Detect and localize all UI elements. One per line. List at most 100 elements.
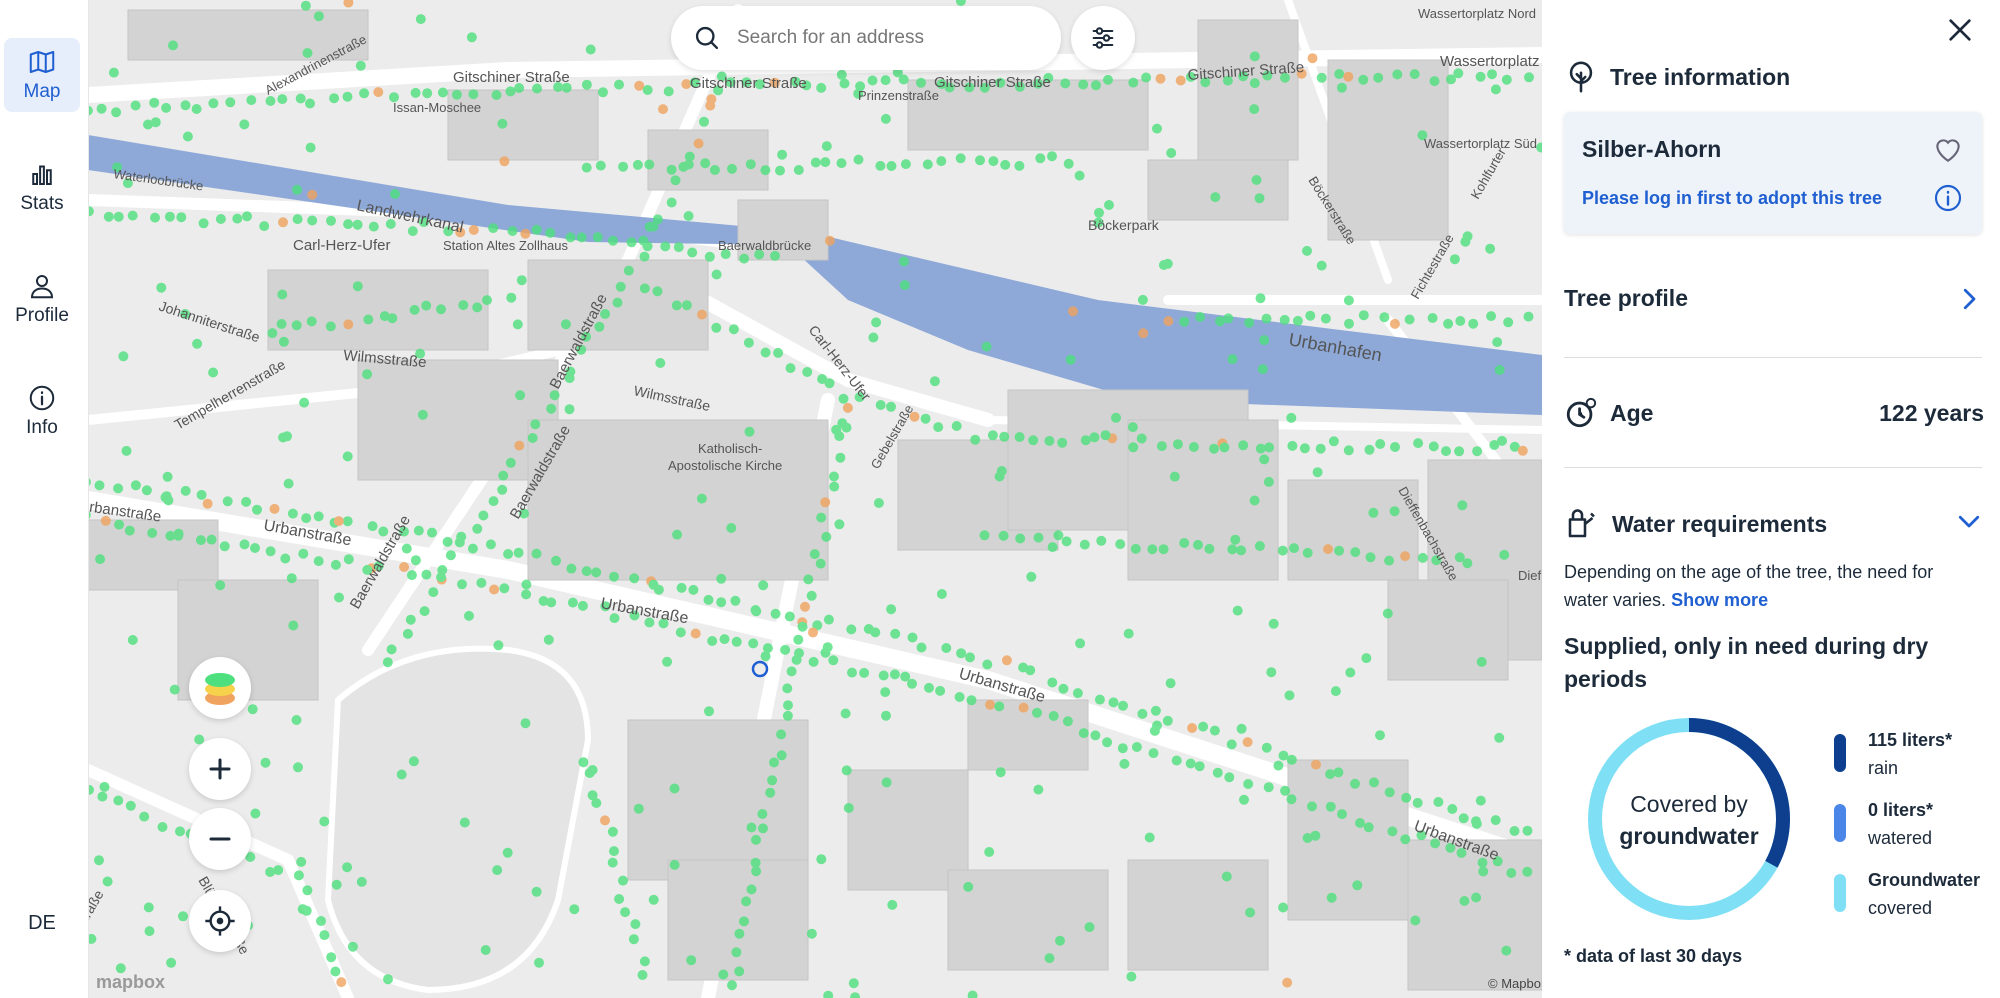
tree-marker[interactable] [544, 635, 554, 645]
tree-marker[interactable] [1321, 314, 1331, 324]
tree-marker[interactable] [170, 685, 180, 695]
tree-marker[interactable] [716, 574, 726, 584]
tree-marker[interactable] [1033, 785, 1043, 795]
tree-marker[interactable] [1044, 436, 1054, 446]
nav-item-info[interactable]: Info [4, 374, 80, 448]
tree-marker[interactable] [1293, 316, 1303, 326]
tree-marker[interactable] [1300, 443, 1310, 453]
tree-marker[interactable] [1058, 684, 1068, 694]
tree-marker[interactable] [644, 160, 654, 170]
tree-marker[interactable] [168, 40, 178, 50]
tree-marker[interactable] [1287, 794, 1297, 804]
tree-marker[interactable] [1313, 467, 1323, 477]
tree-marker[interactable] [1063, 716, 1073, 726]
tree-marker[interactable] [751, 835, 761, 845]
chevron-down-icon[interactable] [1954, 506, 1984, 536]
tree-marker[interactable] [143, 120, 153, 130]
tree-marker[interactable] [266, 96, 276, 106]
tree-marker[interactable] [128, 211, 138, 221]
tree-marker[interactable] [468, 89, 478, 99]
tree-marker[interactable] [1090, 730, 1100, 740]
tree-marker[interactable] [980, 530, 990, 540]
tree-marker[interactable] [109, 68, 119, 78]
tree-marker[interactable] [1243, 779, 1253, 789]
tree-marker[interactable] [280, 554, 290, 564]
tree-marker[interactable] [1460, 237, 1470, 247]
tree-marker[interactable] [777, 150, 787, 160]
tree-marker[interactable] [1128, 78, 1138, 88]
tree-marker[interactable] [1375, 439, 1385, 449]
tree-marker[interactable] [638, 970, 648, 980]
tree-marker[interactable] [1236, 545, 1246, 555]
tree-marker[interactable] [710, 165, 720, 175]
tree-marker[interactable] [1358, 75, 1368, 85]
tree-marker[interactable] [302, 885, 312, 895]
tree-marker[interactable] [1159, 260, 1169, 270]
tree-marker[interactable] [1486, 311, 1496, 321]
tree-marker[interactable] [1326, 802, 1336, 812]
tree-marker[interactable] [399, 562, 409, 572]
tree-marker[interactable] [807, 929, 817, 939]
tree-marker[interactable] [1096, 536, 1106, 546]
tree-marker[interactable] [1478, 867, 1488, 877]
tree-marker[interactable] [776, 729, 786, 739]
tree-marker[interactable] [1080, 540, 1090, 550]
tree-marker[interactable] [629, 573, 639, 583]
tree-marker[interactable] [1390, 319, 1400, 329]
tree-marker[interactable] [239, 119, 249, 129]
tree-marker[interactable] [326, 321, 336, 331]
tree-marker[interactable] [688, 585, 698, 595]
tree-marker[interactable] [760, 165, 770, 175]
tree-marker[interactable] [1166, 148, 1176, 158]
adopt-login-link[interactable]: Please log in first to adopt this tree [1582, 188, 1882, 209]
tree-marker[interactable] [930, 376, 940, 386]
tree-marker[interactable] [203, 499, 213, 509]
tree-marker[interactable] [747, 884, 757, 894]
tree-marker[interactable] [296, 94, 306, 104]
tree-marker[interactable] [1109, 697, 1119, 707]
tree-marker[interactable] [292, 320, 302, 330]
tree-marker[interactable] [704, 595, 714, 605]
tree-marker[interactable] [1334, 546, 1344, 556]
tree-marker[interactable] [1462, 558, 1472, 568]
tree-marker[interactable] [596, 161, 606, 171]
tree-marker[interactable] [546, 404, 556, 414]
tree-marker[interactable] [634, 81, 644, 91]
tree-marker[interactable] [618, 162, 628, 172]
tree-marker[interactable] [1494, 733, 1504, 743]
tree-marker[interactable] [840, 79, 850, 89]
tree-marker[interactable] [1210, 192, 1220, 202]
tree-marker[interactable] [1400, 834, 1410, 844]
tree-marker[interactable] [343, 92, 353, 102]
tree-marker[interactable] [476, 578, 486, 588]
tree-marker[interactable] [600, 815, 610, 825]
filter-button[interactable] [1071, 6, 1135, 70]
tree-marker[interactable] [1450, 254, 1460, 264]
tree-marker[interactable] [550, 390, 560, 400]
tree-marker[interactable] [1250, 78, 1260, 88]
tree-marker[interactable] [963, 882, 973, 892]
tree-marker[interactable] [670, 784, 680, 794]
tree-marker[interactable] [215, 580, 225, 590]
tree-marker[interactable] [1455, 316, 1465, 326]
tree-marker[interactable] [492, 90, 502, 100]
tree-marker[interactable] [1237, 724, 1247, 734]
tree-marker[interactable] [640, 283, 650, 293]
tree-marker[interactable] [744, 338, 754, 348]
tree-marker[interactable] [176, 212, 186, 222]
tree-marker[interactable] [643, 85, 653, 95]
tree-marker[interactable] [232, 214, 242, 224]
tree-marker[interactable] [996, 767, 1006, 777]
nav-item-profile[interactable]: Profile [4, 262, 80, 336]
water-header[interactable]: Water requirements [1564, 506, 1827, 542]
show-more-link[interactable]: Show more [1671, 590, 1768, 610]
tree-marker[interactable] [1244, 318, 1254, 328]
tree-marker[interactable] [353, 220, 363, 230]
tree-marker[interactable] [653, 286, 663, 296]
tree-marker[interactable] [359, 88, 369, 98]
tree-marker[interactable] [1014, 161, 1024, 171]
tree-marker[interactable] [995, 472, 1005, 482]
tree-marker[interactable] [472, 524, 482, 534]
tree-marker[interactable] [1390, 506, 1400, 516]
tree-marker[interactable] [436, 304, 446, 314]
